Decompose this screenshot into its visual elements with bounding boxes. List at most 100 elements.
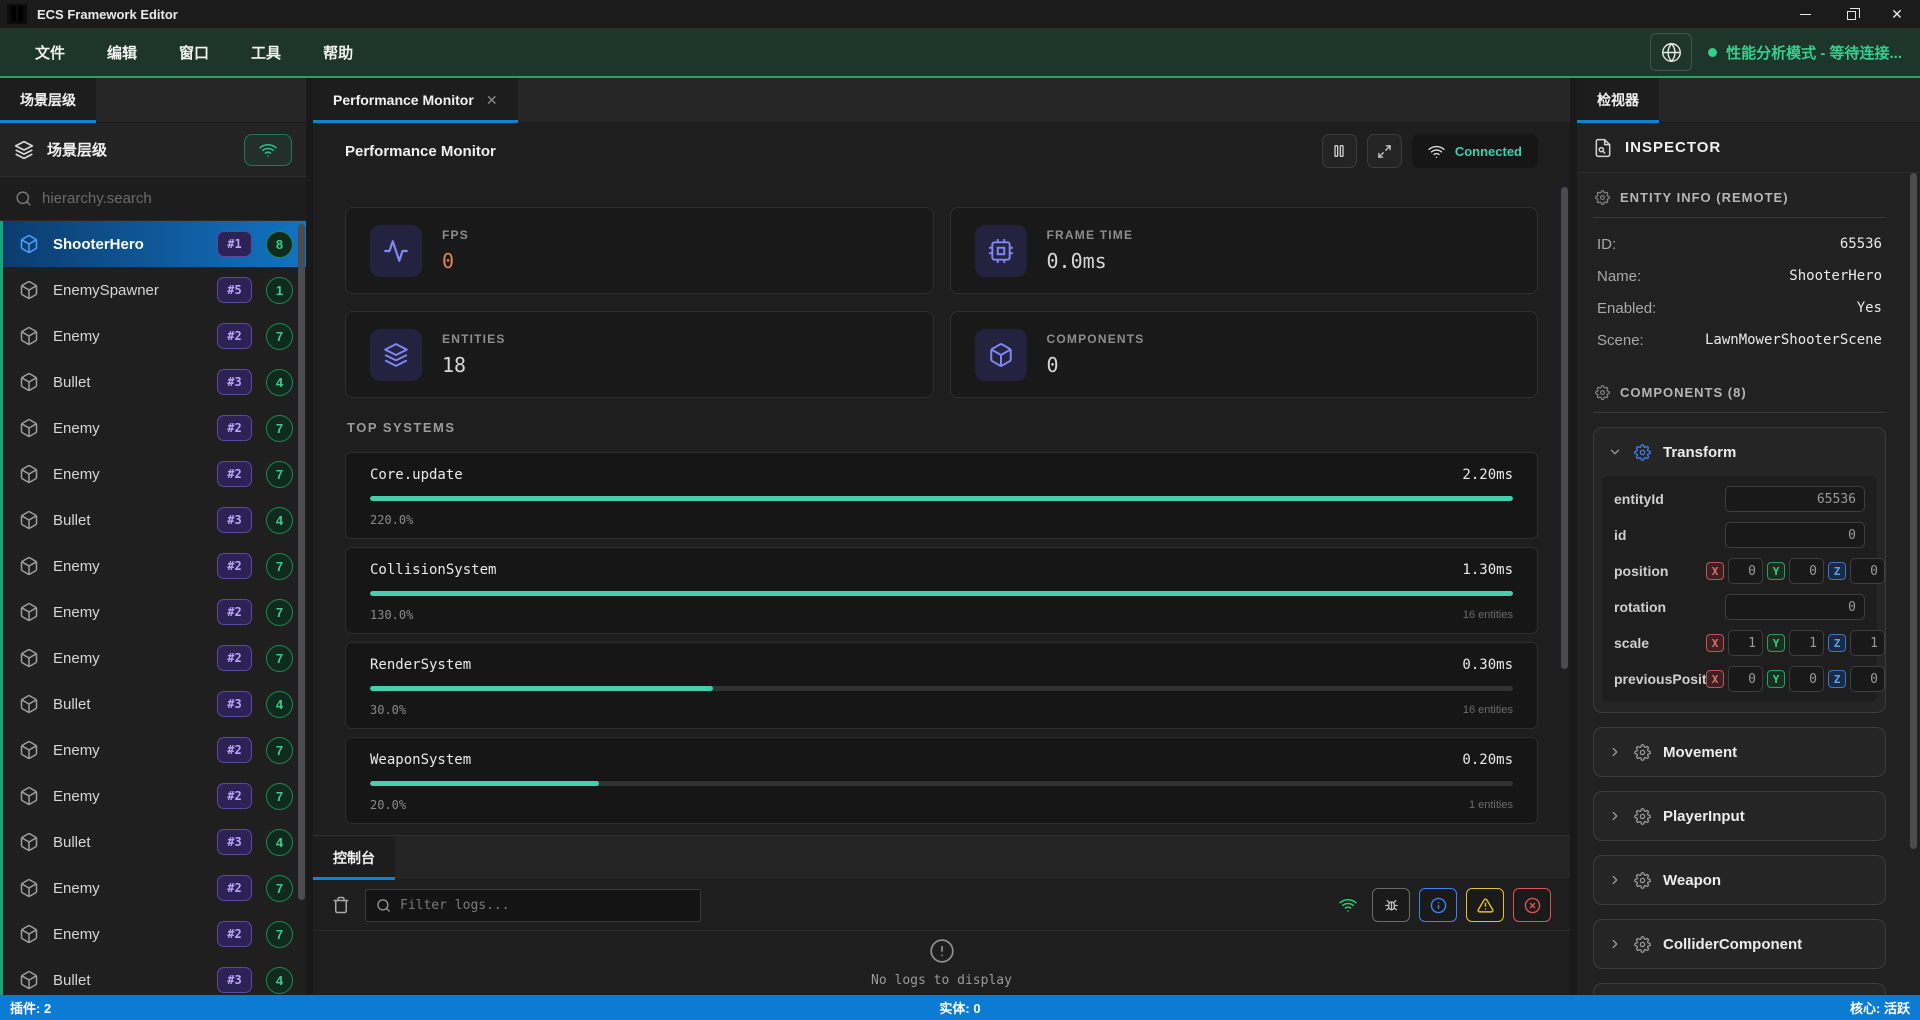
system-name: Core.update <box>370 467 463 483</box>
log-filter-input[interactable] <box>400 898 690 913</box>
system-progress-track <box>370 591 1513 596</box>
hierarchy-item[interactable]: Enemy #2 7 <box>3 911 306 957</box>
chevron-down-icon <box>1608 445 1622 459</box>
pause-button[interactable] <box>1322 134 1357 168</box>
system-time: 1.30ms <box>1462 562 1513 578</box>
gear-icon <box>1595 190 1610 205</box>
inspector-panel: 检视器 INSPECTOR ENTITY INFO (REMOTE) ID: 6… <box>1577 78 1920 995</box>
clear-logs-button[interactable] <box>332 896 350 914</box>
stat-card: FPS 0 <box>345 207 934 294</box>
hierarchy-item[interactable]: Bullet #3 4 <box>3 681 306 727</box>
cube-icon <box>19 878 39 898</box>
monitor-scrollbar[interactable] <box>1561 187 1568 669</box>
hierarchy-search-input[interactable] <box>42 190 291 207</box>
status-entities: 实体: 0 <box>0 998 1920 1017</box>
cube-icon <box>19 464 39 484</box>
cube-icon <box>19 510 39 530</box>
hierarchy-item[interactable]: Enemy #2 7 <box>3 865 306 911</box>
hierarchy-scrollbar[interactable] <box>298 224 305 900</box>
hierarchy-item[interactable]: Bullet #3 4 <box>3 497 306 543</box>
close-button[interactable]: ✕ <box>1874 0 1920 28</box>
warning-filter-button[interactable] <box>1466 888 1504 922</box>
hierarchy-item[interactable]: Bullet #3 4 <box>3 359 306 405</box>
axis-x-input[interactable]: 0 <box>1728 666 1763 692</box>
axis-z-input[interactable]: 0 <box>1850 666 1885 692</box>
component-header[interactable]: Transform <box>1594 428 1885 476</box>
component-gear-icon <box>1634 936 1651 953</box>
right-splitter[interactable] <box>1570 78 1577 995</box>
stat-label: COMPONENTS <box>1047 332 1145 346</box>
menu-item[interactable]: 文件 <box>14 42 86 63</box>
property-row: position X0Y0Z0 <box>1608 553 1871 589</box>
component-header[interactable]: Health <box>1594 984 1885 995</box>
info-filter-button[interactable] <box>1419 888 1457 922</box>
minimize-button[interactable] <box>1782 0 1828 28</box>
stat-label: ENTITIES <box>442 332 506 346</box>
entity-id-badge: #1 <box>217 231 252 257</box>
language-button[interactable] <box>1650 33 1692 71</box>
property-input[interactable]: 0 <box>1725 594 1865 620</box>
hierarchy-item[interactable]: Enemy #2 7 <box>3 727 306 773</box>
debug-filter-button[interactable] <box>1372 888 1410 922</box>
component-header[interactable]: ColliderComponent <box>1594 920 1885 968</box>
restore-button[interactable] <box>1828 0 1874 28</box>
hierarchy-item[interactable]: Enemy #2 7 <box>3 773 306 819</box>
component-header[interactable]: Movement <box>1594 728 1885 776</box>
hierarchy-panel: 场景层级 场景层级 ShooterHero #1 8 EnemySpawner … <box>0 78 306 995</box>
axis-x-input[interactable]: 0 <box>1728 558 1763 584</box>
property-label: id <box>1614 527 1706 543</box>
inspector-scrollbar[interactable] <box>1910 173 1917 849</box>
tab-scene-hierarchy[interactable]: 场景层级 <box>0 78 96 122</box>
entity-name: Bullet <box>53 972 203 989</box>
expand-button[interactable] <box>1367 134 1402 168</box>
property-input[interactable]: 0 <box>1725 522 1865 548</box>
hierarchy-item[interactable]: EnemySpawner #5 1 <box>3 267 306 313</box>
hierarchy-item[interactable]: Enemy #2 7 <box>3 635 306 681</box>
hierarchy-item[interactable]: Enemy #2 7 <box>3 543 306 589</box>
box-icon <box>988 342 1014 368</box>
tab-performance-monitor[interactable]: Performance Monitor ✕ <box>313 78 518 122</box>
tab-inspector[interactable]: 检视器 <box>1577 78 1659 122</box>
axis-z-input[interactable]: 0 <box>1850 558 1885 584</box>
tab-close-icon[interactable]: ✕ <box>486 92 498 109</box>
hierarchy-item[interactable]: Bullet #3 4 <box>3 957 306 995</box>
axis-y-input[interactable]: 0 <box>1789 666 1824 692</box>
hierarchy-item[interactable]: Bullet #3 4 <box>3 819 306 865</box>
property-input[interactable]: 65536 <box>1725 486 1865 512</box>
entity-info-row: Scene: LawnMowerShooterScene <box>1593 324 1886 356</box>
axis-y-input[interactable]: 0 <box>1789 558 1824 584</box>
axis-x-input[interactable]: 1 <box>1728 630 1763 656</box>
menu-item[interactable]: 工具 <box>230 42 302 63</box>
menu-item[interactable]: 窗口 <box>158 42 230 63</box>
error-filter-button[interactable] <box>1513 888 1551 922</box>
wifi-icon <box>1428 143 1445 160</box>
left-splitter[interactable] <box>306 78 313 995</box>
profiler-mode-status: 性能分析模式 - 等待连接... <box>1708 42 1906 63</box>
component-header[interactable]: PlayerInput <box>1594 792 1885 840</box>
entity-count-badge: 1 <box>266 277 293 304</box>
axis-y-input[interactable]: 1 <box>1789 630 1824 656</box>
component-header[interactable]: Weapon <box>1594 856 1885 904</box>
hierarchy-sync-button[interactable] <box>244 134 292 166</box>
hierarchy-item[interactable]: ShooterHero #1 8 <box>3 221 306 267</box>
window-title: ECS Framework Editor <box>37 7 178 22</box>
hierarchy-tabstrip: 场景层级 <box>0 78 306 123</box>
component-gear-icon <box>1634 872 1651 889</box>
activity-icon <box>383 238 409 264</box>
component-card-weapon: Weapon <box>1593 855 1886 905</box>
stat-value: 18 <box>442 353 506 377</box>
menu-item[interactable]: 帮助 <box>302 42 374 63</box>
entity-count-badge: 7 <box>266 599 293 626</box>
axis-z-input[interactable]: 1 <box>1850 630 1885 656</box>
hierarchy-item[interactable]: Enemy #2 7 <box>3 313 306 359</box>
cube-icon <box>19 694 39 714</box>
window-controls: ✕ <box>1782 0 1920 28</box>
hierarchy-item[interactable]: Enemy #2 7 <box>3 589 306 635</box>
hierarchy-item[interactable]: Enemy #2 7 <box>3 451 306 497</box>
cube-icon <box>19 786 39 806</box>
hierarchy-item[interactable]: Enemy #2 7 <box>3 405 306 451</box>
property-row: id 0 <box>1608 517 1871 553</box>
tab-console[interactable]: 控制台 <box>313 836 395 879</box>
menu-item[interactable]: 编辑 <box>86 42 158 63</box>
monitor-body: FPS 0 FRAME TIME 0.0ms ENTITIES 18 COMPO… <box>313 179 1570 835</box>
